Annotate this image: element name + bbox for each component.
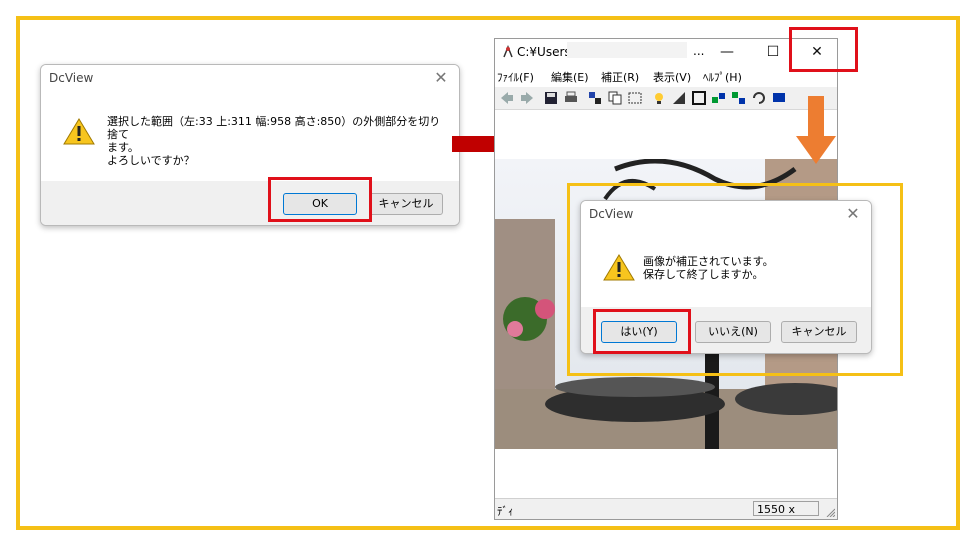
close-icon[interactable]: ✕ (431, 68, 451, 88)
toolbar (495, 87, 837, 110)
warning-icon (63, 118, 95, 145)
no-button[interactable]: いいえ(N) (695, 321, 771, 343)
dialog-message-line: よろしいですか？ (107, 154, 195, 167)
color-icon[interactable] (711, 90, 727, 106)
display-icon[interactable] (771, 90, 787, 106)
bulb-icon[interactable] (651, 90, 667, 106)
dialog-message-line: 選択した範囲（左:33 上:311 幅:958 高さ:850）の外側部分を切り捨… (107, 115, 441, 141)
frame-icon[interactable] (691, 90, 707, 106)
image-size: 1550 x 1262 (753, 501, 819, 519)
forward-icon[interactable] (519, 90, 535, 106)
swap-icon[interactable] (731, 90, 747, 106)
status-bar: ﾃﾞｨ 1550 x 1262 (495, 498, 837, 519)
menu-help[interactable]: ﾍﾙﾌﾟ(H) (703, 69, 742, 85)
resize-icon[interactable] (587, 90, 603, 106)
menu-file[interactable]: ﾌｧｲﾙ(F) (497, 69, 534, 85)
select-icon[interactable] (627, 90, 643, 106)
warning-icon (603, 254, 635, 281)
rotate-icon[interactable] (751, 90, 767, 106)
dialog-message-line: 保存して終了しますか。 (643, 268, 764, 281)
cancel-button[interactable]: キャンセル (369, 193, 443, 215)
highlight-yes (593, 309, 691, 354)
crop-confirm-dialog: DcView ✕ 選択した範囲（左:33 上:311 幅:958 高さ:850）… (40, 64, 460, 226)
highlight-ok (268, 177, 372, 222)
print-icon[interactable] (563, 90, 579, 106)
maximize-button[interactable]: ☐ (753, 41, 793, 63)
window-titlebar[interactable]: C:¥Users¥ ... — ☐ ✕ (495, 39, 837, 65)
menu-bar: ﾌｧｲﾙ(F) 編集(E) 補正(R) 表示(V) ﾍﾙﾌﾟ(H) (495, 65, 837, 85)
menu-edit[interactable]: 編集(E) (551, 69, 589, 85)
resize-grip-icon[interactable] (825, 507, 835, 517)
minimize-button[interactable]: — (707, 41, 747, 63)
menu-correct[interactable]: 補正(R) (601, 69, 639, 85)
back-icon[interactable] (499, 90, 515, 106)
dialog-title: DcView (49, 71, 94, 85)
title-ellipsis: ... (693, 44, 705, 58)
level-icon[interactable] (671, 90, 687, 106)
save-icon[interactable] (543, 90, 559, 106)
redacted-path (567, 42, 687, 58)
dialog-message-line: ます。 (107, 141, 139, 154)
close-icon[interactable]: ✕ (843, 204, 863, 224)
cancel-button[interactable]: キャンセル (781, 321, 857, 343)
highlight-close (789, 27, 858, 72)
arrow-down-icon (796, 96, 836, 164)
status-text: ﾃﾞｨ (497, 505, 514, 518)
dialog-titlebar[interactable]: DcView ✕ (581, 201, 871, 227)
dialog-titlebar[interactable]: DcView ✕ (41, 65, 459, 91)
dialog-title: DcView (589, 207, 634, 221)
menu-view[interactable]: 表示(V) (653, 69, 691, 85)
dialog-message-line: 画像が補正されています。 (643, 255, 774, 268)
copy-icon[interactable] (607, 90, 623, 106)
app-icon (503, 45, 513, 58)
